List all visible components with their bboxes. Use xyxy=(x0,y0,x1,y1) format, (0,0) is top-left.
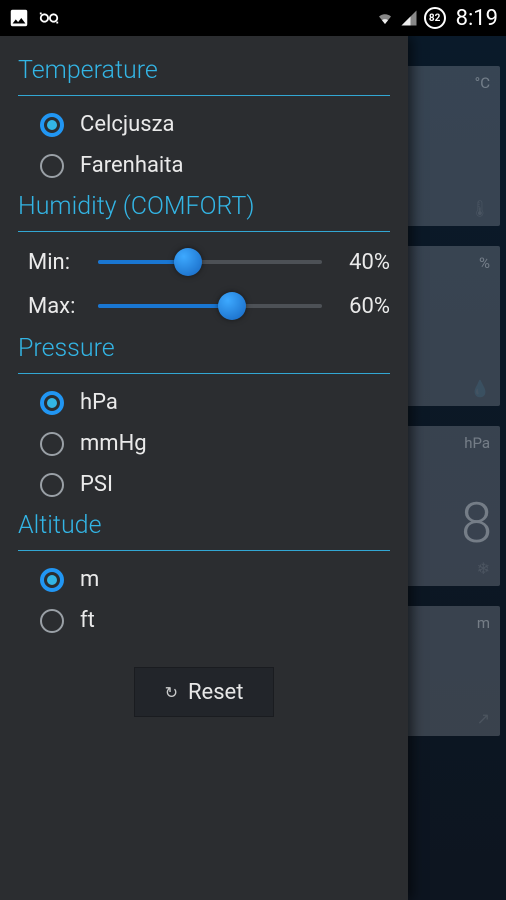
radio-icon xyxy=(40,391,64,415)
alt-icon: ↗ xyxy=(477,709,490,728)
radio-altitude-m[interactable]: m xyxy=(0,559,408,600)
image-icon xyxy=(8,7,30,29)
section-title-altitude: Altitude xyxy=(0,505,408,546)
radio-label: ft xyxy=(80,608,95,633)
gauge-icon: ❄ xyxy=(477,559,490,578)
radio-pressure-mmhg[interactable]: mmHg xyxy=(0,423,408,464)
radio-temperature-fahrenheit[interactable]: Farenhaita xyxy=(0,145,408,186)
battery-pct: 82 xyxy=(429,13,440,24)
radio-icon xyxy=(40,473,64,497)
slider-row-max: Max: 60% xyxy=(0,284,408,328)
divider xyxy=(18,95,390,96)
bg-cards: °C 🌡 % 💧 hPa 8 ❄ m ↗ xyxy=(406,36,506,900)
bg-unit-m: m xyxy=(477,614,490,632)
divider xyxy=(18,373,390,374)
slider-humidity-max[interactable] xyxy=(98,290,322,322)
radio-icon xyxy=(40,609,64,633)
slider-label-min: Min: xyxy=(28,250,84,275)
radio-label: PSI xyxy=(80,472,113,497)
radio-icon xyxy=(40,113,64,137)
radio-pressure-hpa[interactable]: hPa xyxy=(0,382,408,423)
radio-altitude-ft[interactable]: ft xyxy=(0,600,408,641)
radio-label: mmHg xyxy=(80,431,147,456)
bg-pressure-val: 8 xyxy=(461,490,492,556)
section-title-temperature: Temperature xyxy=(0,50,408,91)
bg-unit-c: °C xyxy=(475,74,490,92)
cyanogen-icon xyxy=(38,7,60,29)
bg-unit-hpa: hPa xyxy=(464,434,490,452)
slider-row-min: Min: 40% xyxy=(0,240,408,284)
statusbar: 82 8:19 xyxy=(0,0,506,36)
divider xyxy=(18,550,390,551)
thermometer-icon: 🌡 xyxy=(470,199,490,218)
refresh-icon: ↻ xyxy=(165,683,178,702)
slider-label-max: Max: xyxy=(28,294,84,319)
bg-unit-pct: % xyxy=(479,254,490,272)
reset-label: Reset xyxy=(188,680,243,705)
slider-humidity-min[interactable] xyxy=(98,246,322,278)
radio-label: hPa xyxy=(80,390,118,415)
radio-icon xyxy=(40,432,64,456)
wifi-icon xyxy=(376,9,394,27)
bg-card-humidity: % 💧 xyxy=(406,246,500,406)
divider xyxy=(18,231,390,232)
drop-icon: 💧 xyxy=(470,379,490,398)
bg-card-temperature: °C 🌡 xyxy=(406,66,500,226)
radio-label: Farenhaita xyxy=(80,153,183,178)
bg-card-pressure: hPa 8 ❄ xyxy=(406,426,500,586)
section-title-pressure: Pressure xyxy=(0,328,408,369)
radio-label: m xyxy=(80,567,99,592)
settings-drawer: Temperature Celcjusza Farenhaita Humidit… xyxy=(0,36,408,900)
bg-card-altitude: m ↗ xyxy=(406,606,500,736)
signal-icon xyxy=(400,9,418,27)
clock: 8:19 xyxy=(456,6,498,31)
radio-pressure-psi[interactable]: PSI xyxy=(0,464,408,505)
section-title-humidity: Humidity (COMFORT) xyxy=(0,186,408,227)
radio-temperature-celsius[interactable]: Celcjusza xyxy=(0,104,408,145)
radio-icon xyxy=(40,568,64,592)
radio-label: Celcjusza xyxy=(80,112,174,137)
radio-icon xyxy=(40,154,64,178)
slider-value-min: 40% xyxy=(336,250,390,275)
battery-indicator: 82 xyxy=(424,7,446,29)
slider-value-max: 60% xyxy=(336,294,390,319)
reset-button[interactable]: ↻ Reset xyxy=(134,667,274,717)
